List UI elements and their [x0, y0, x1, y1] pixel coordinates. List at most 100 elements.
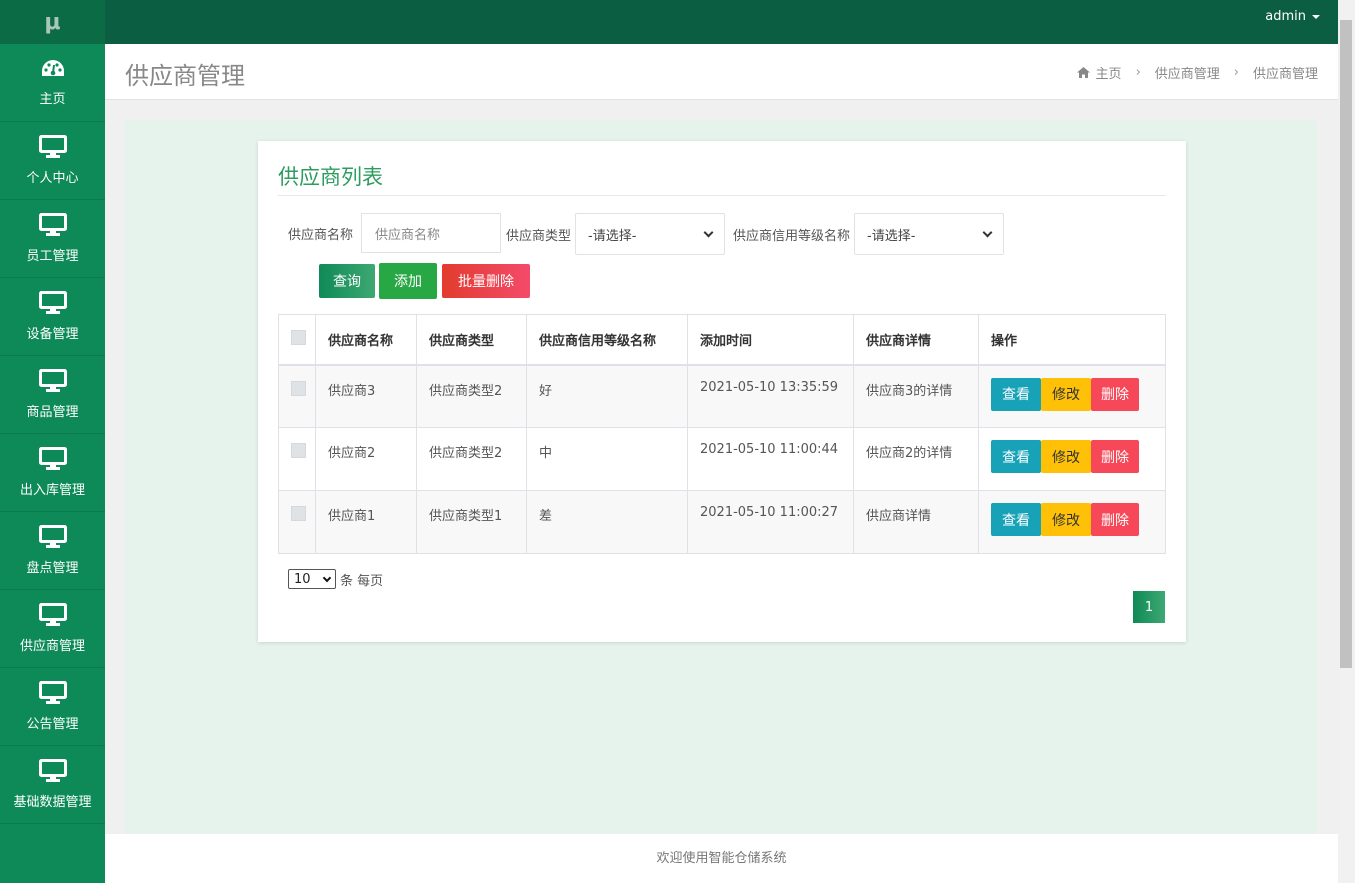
type-filter-label: 供应商类型 — [506, 228, 572, 244]
select-all-checkbox[interactable] — [291, 329, 306, 345]
scrollbar[interactable] — [1338, 0, 1355, 883]
edit-button[interactable]: 修改 — [1041, 440, 1091, 473]
page-size-select[interactable]: 10 — [288, 569, 336, 589]
sidebar-item-staff[interactable]: 员工管理 — [0, 200, 105, 278]
sidebar-item-home[interactable]: 主页 — [0, 44, 105, 122]
cell-name: 供应商1 — [315, 490, 417, 554]
filter-credit: 供应商信用等级名称 -请选择- — [733, 213, 1005, 255]
view-button[interactable]: 查看 — [991, 377, 1041, 411]
cell-name: 供应商2 — [315, 427, 417, 491]
chevron-down-icon — [982, 227, 993, 237]
supplier-list-card: 供应商列表 供应商名称 供应商名称 供应商类型 -请选择- 供应商信用等级名称 … — [258, 141, 1186, 642]
chevron-down-icon — [322, 573, 332, 582]
sidebar-item-profile[interactable]: 个人中心 — [0, 122, 105, 200]
topbar: admin — [105, 0, 1338, 44]
row-checkbox-cell — [278, 427, 316, 491]
chevron-down-icon — [703, 227, 714, 237]
add-button[interactable]: 添加 — [379, 263, 437, 299]
supplier-name-input[interactable]: 供应商名称 — [361, 213, 502, 253]
sidebar-item-inout[interactable]: 出入库管理 — [0, 434, 105, 512]
filter-type: 供应商类型 -请选择- — [506, 213, 726, 255]
view-button[interactable]: 查看 — [991, 503, 1041, 536]
sidebar-item-label: 主页 — [39, 92, 66, 107]
sidebar-item-inventory[interactable]: 盘点管理 — [0, 512, 105, 590]
chevron-right-icon: › — [1233, 65, 1239, 80]
supplier-table: 供应商名称 供应商类型 供应商信用等级名称 添加时间 供应商详情 操作 供应商3… — [278, 314, 1166, 554]
sidebar-item-label: 员工管理 — [26, 249, 79, 264]
col-credit: 供应商信用等级名称 — [526, 314, 688, 366]
sidebar-item-label: 设备管理 — [26, 327, 79, 342]
sidebar-item-notices[interactable]: 公告管理 — [0, 668, 105, 746]
edit-button[interactable]: 修改 — [1041, 503, 1091, 536]
row-checkbox-cell — [278, 364, 316, 428]
row-checkbox-cell — [278, 490, 316, 554]
credit-filter-label: 供应商信用等级名称 — [733, 228, 851, 244]
filter-name: 供应商名称 供应商名称 — [288, 213, 502, 253]
card-title: 供应商列表 — [278, 165, 383, 189]
cell-credit: 差 — [526, 490, 688, 554]
scrollbar-thumb[interactable] — [1340, 20, 1352, 668]
supplier-type-select[interactable]: -请选择- — [575, 213, 726, 255]
page-size-value: 10 — [294, 571, 311, 587]
sidebar: μ 主页 个人中心 员工管理 设备管理 商品管理 出入库管理 盘点管理 供应商管… — [0, 0, 105, 883]
delete-button[interactable]: 删除 — [1091, 377, 1139, 411]
cell-name: 供应商3 — [315, 364, 417, 428]
sidebar-item-suppliers[interactable]: 供应商管理 — [0, 590, 105, 668]
row-checkbox[interactable] — [291, 380, 306, 396]
delete-button[interactable]: 删除 — [1091, 440, 1139, 473]
monitor-icon — [38, 369, 67, 392]
delete-button[interactable]: 删除 — [1091, 503, 1139, 536]
table-row: 供应商1 供应商类型1 差 2021-05-10 11:00:27 供应商详情 … — [278, 490, 1166, 554]
sidebar-item-label: 基础数据管理 — [13, 795, 92, 810]
name-filter-label: 供应商名称 — [288, 227, 354, 243]
sidebar-item-basedata[interactable]: 基础数据管理 — [0, 746, 105, 824]
query-button[interactable]: 查询 — [319, 264, 375, 298]
breadcrumb-home[interactable]: 主页 — [1096, 63, 1122, 82]
col-detail: 供应商详情 — [853, 314, 979, 366]
monitor-icon — [38, 213, 67, 236]
edit-button[interactable]: 修改 — [1041, 377, 1091, 411]
monitor-icon — [38, 135, 67, 158]
breadcrumb-item[interactable]: 供应商管理 — [1155, 63, 1220, 82]
view-button[interactable]: 查看 — [991, 440, 1041, 473]
monitor-icon — [38, 603, 67, 626]
per-page-text: 条 每页 — [340, 573, 384, 589]
caret-down-icon — [1312, 14, 1320, 19]
sidebar-item-label: 个人中心 — [26, 171, 79, 186]
cell-time: 2021-05-10 13:35:59 — [687, 364, 854, 428]
home-icon — [1076, 67, 1090, 78]
page-1-button[interactable]: 1 — [1133, 591, 1165, 623]
table-row: 供应商2 供应商类型2 中 2021-05-10 11:00:44 供应商2的详… — [278, 427, 1166, 491]
user-menu[interactable]: admin — [1265, 9, 1320, 24]
page-header: 供应商管理 主页 › 供应商管理 › 供应商管理 — [105, 44, 1338, 100]
select-all-cell — [278, 314, 316, 366]
sidebar-item-label: 公告管理 — [26, 717, 79, 732]
cell-credit: 好 — [526, 364, 688, 428]
cell-time: 2021-05-10 11:00:27 — [687, 490, 854, 554]
col-actions: 操作 — [978, 314, 1166, 366]
credit-level-select[interactable]: -请选择- — [854, 213, 1005, 255]
table-header-row: 供应商名称 供应商类型 供应商信用等级名称 添加时间 供应商详情 操作 — [278, 314, 1166, 366]
table-row: 供应商3 供应商类型2 好 2021-05-10 13:35:59 供应商3的详… — [278, 364, 1166, 428]
monitor-icon — [38, 759, 67, 782]
cell-actions: 查看 修改 删除 — [978, 490, 1166, 554]
cell-actions: 查看 修改 删除 — [978, 364, 1166, 428]
cell-type: 供应商类型2 — [416, 427, 527, 491]
row-checkbox[interactable] — [291, 506, 306, 521]
logo: μ — [0, 0, 105, 44]
sidebar-item-label: 出入库管理 — [19, 483, 85, 498]
batch-delete-button[interactable]: 批量删除 — [442, 264, 530, 298]
sidebar-item-equipment[interactable]: 设备管理 — [0, 278, 105, 356]
sidebar-item-products[interactable]: 商品管理 — [0, 356, 105, 434]
cell-detail: 供应商详情 — [853, 490, 979, 554]
monitor-icon — [38, 525, 67, 548]
cell-time: 2021-05-10 11:00:44 — [687, 427, 854, 491]
cell-credit: 中 — [526, 427, 688, 491]
cell-type: 供应商类型1 — [416, 490, 527, 554]
sidebar-item-label: 供应商管理 — [19, 639, 85, 654]
select-value: -请选择- — [867, 228, 916, 244]
cell-actions: 查看 修改 删除 — [978, 427, 1166, 491]
col-type: 供应商类型 — [416, 314, 527, 366]
row-checkbox[interactable] — [291, 443, 306, 458]
col-name: 供应商名称 — [315, 314, 417, 366]
